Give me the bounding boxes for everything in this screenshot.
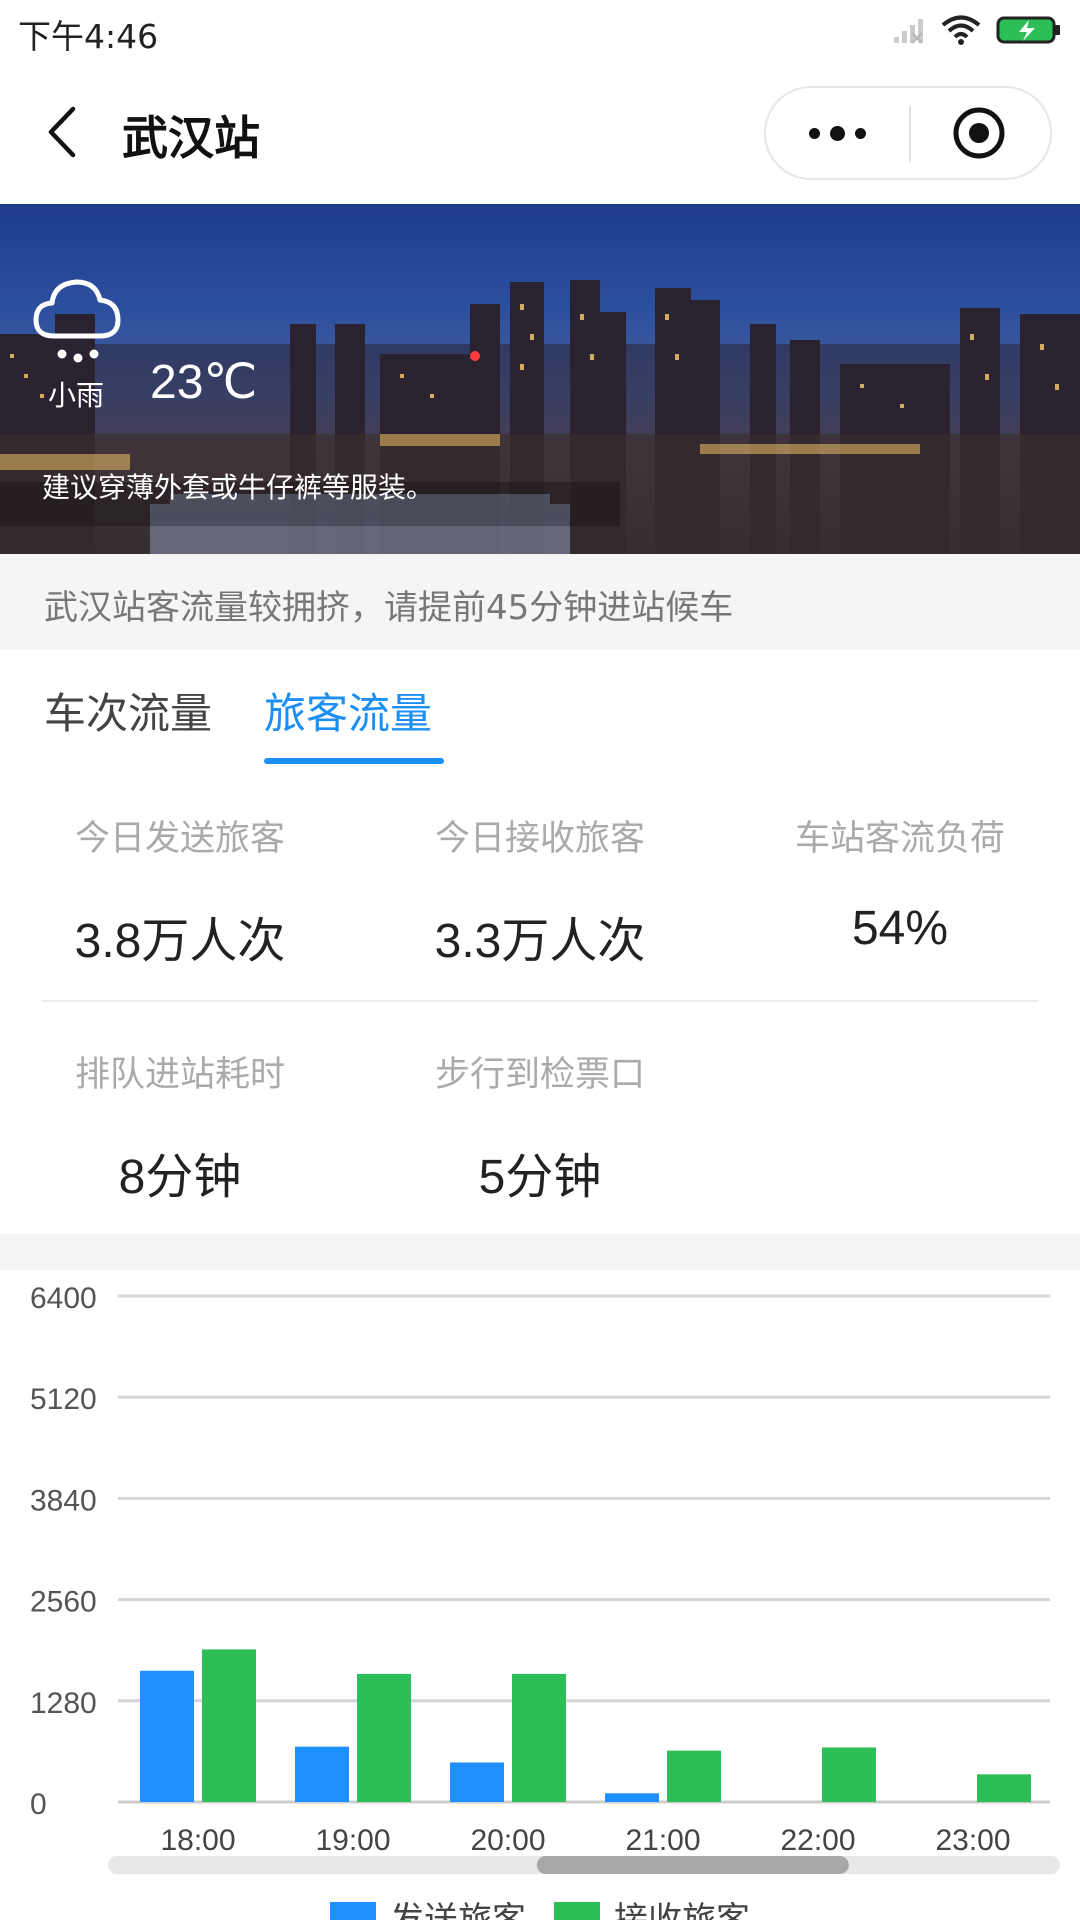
x-tick-label: 20:00 [470, 1824, 545, 1857]
stat-label: 步行到检票口 [434, 1055, 645, 1095]
stat-value: 5分钟 [478, 1151, 602, 1204]
tab-train-flow[interactable]: 车次流量 [44, 680, 212, 741]
y-tick-label: 0 [30, 1788, 47, 1821]
bar-send [140, 1670, 194, 1802]
bar-chart: 0 1280 2560 3840 5120 6400 18:00 19:00 20:00 21:0… [30, 1282, 1060, 1874]
stat-received-passengers: 今日接收旅客 3.3万人次 [360, 810, 720, 971]
bar-send [450, 1762, 504, 1802]
weather-condition: 小雨 [48, 379, 105, 412]
bar-receive [512, 1673, 566, 1802]
bar-receive [977, 1774, 1031, 1802]
stat-value: 3.3万人次 [434, 915, 646, 968]
status-bar: 下午4:46 [0, 0, 1080, 62]
stat-walk-time: 步行到检票口 5分钟 [360, 1046, 720, 1207]
y-tick-label: 6400 [30, 1282, 97, 1315]
more-dot-icon [809, 127, 820, 139]
status-time: 下午4:46 [18, 17, 159, 56]
x-tick-label: 19:00 [315, 1824, 390, 1857]
legend-label: 接收旅客 [614, 1900, 750, 1920]
y-tick-label: 1280 [30, 1687, 97, 1720]
x-tick-label: 23:00 [935, 1824, 1010, 1857]
stat-label: 今日发送旅客 [74, 819, 285, 859]
bar-receive [202, 1649, 256, 1802]
bar-receive [357, 1673, 411, 1802]
more-dot-icon [855, 127, 866, 139]
stat-label: 车站客流负荷 [794, 819, 1005, 859]
page-title: 武汉站 [122, 111, 260, 165]
back-button[interactable] [36, 102, 86, 162]
legend-swatch-receive [554, 1901, 600, 1920]
battery-charging-icon [996, 16, 1060, 44]
x-tick-label: 22:00 [780, 1824, 855, 1857]
stat-sent-passengers: 今日发送旅客 3.8万人次 [0, 810, 360, 971]
bar-receive [822, 1747, 876, 1802]
stats-divider [42, 1000, 1038, 1002]
more-button[interactable] [766, 88, 909, 178]
y-tick-label: 5120 [30, 1383, 97, 1416]
y-tick-label: 3840 [30, 1484, 97, 1517]
wifi-icon [941, 15, 981, 45]
stat-queue-time: 排队进站耗时 8分钟 [0, 1046, 360, 1207]
x-tick-label: 21:00 [625, 1824, 700, 1857]
status-icons [892, 12, 1062, 48]
active-tab-indicator [264, 758, 444, 764]
bar-send [605, 1793, 659, 1802]
clothing-tip: 建议穿薄外套或牛仔裤等服装。 [42, 471, 435, 504]
tab-bar: 车次流量 旅客流量 [0, 650, 1080, 766]
legend-swatch-send [330, 1901, 376, 1920]
bar-receive [667, 1750, 721, 1802]
bar-send [295, 1746, 349, 1802]
legend-item-send[interactable]: 发送旅客 [330, 1892, 526, 1920]
section-gap [0, 1234, 1080, 1270]
stat-value: 3.8万人次 [74, 915, 286, 968]
weather-banner: 小雨 23℃ 建议穿薄外套或牛仔裤等服装。 [0, 204, 1080, 554]
tab-passenger-flow[interactable]: 旅客流量 [264, 680, 432, 741]
crowd-notice: 武汉站客流量较拥挤，请提前45分钟进站候车 [0, 554, 1080, 650]
stat-station-load: 车站客流负荷 54% [720, 810, 1080, 956]
stat-label: 今日接收旅客 [434, 819, 645, 859]
passenger-flow-chart: 0 1280 2560 3840 5120 6400 18:00 19:00 20:00 21:0… [0, 1270, 1080, 1920]
chart-scrollbar-thumb[interactable] [536, 1856, 849, 1874]
chevron-left-icon [48, 106, 76, 158]
legend-label: 发送旅客 [390, 1900, 526, 1920]
notice-text: 武汉站客流量较拥挤，请提前45分钟进站候车 [44, 588, 734, 628]
close-button[interactable] [907, 88, 1050, 178]
chart-legend: 发送旅客 接收旅客 [330, 1892, 750, 1920]
rain-cloud-icon [33, 279, 121, 363]
target-close-icon [953, 107, 1004, 159]
more-dot-icon [830, 125, 845, 141]
stat-value: 8分钟 [118, 1151, 242, 1204]
weather-temperature: 23℃ [150, 356, 258, 409]
passenger-stats: 今日发送旅客 3.8万人次 今日接收旅客 3.3万人次 车站客流负荷 54% 排… [0, 766, 1080, 1234]
signal-icon [894, 19, 923, 44]
legend-item-receive[interactable]: 接收旅客 [554, 1892, 750, 1920]
stat-label: 排队进站耗时 [74, 1055, 285, 1095]
y-tick-label: 2560 [30, 1586, 97, 1619]
nav-bar: 武汉站 [0, 62, 1080, 204]
x-tick-label: 18:00 [160, 1824, 235, 1857]
stat-value: 54% [851, 902, 949, 955]
mini-program-capsule [764, 86, 1052, 180]
